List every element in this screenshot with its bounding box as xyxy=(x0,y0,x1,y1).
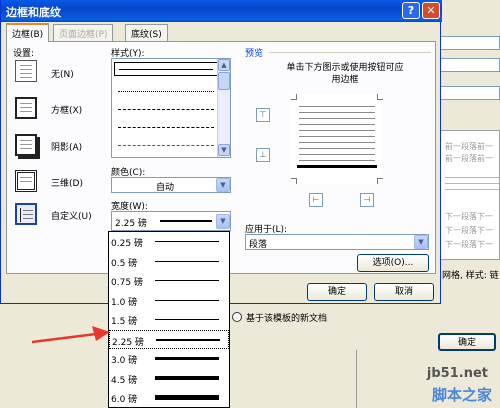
close-button[interactable]: ✕ xyxy=(422,2,440,19)
bg-ok-button[interactable]: 确定 xyxy=(438,333,496,351)
setting-none-icon[interactable] xyxy=(15,60,37,82)
tab-page-border[interactable]: 页面边框(P) xyxy=(53,24,114,41)
width-option-label: 3.0 磅 xyxy=(111,356,138,366)
settings-heading: 设置: xyxy=(13,49,35,59)
bg-text-2c: 下一段落下一 xyxy=(445,240,493,249)
bg-input-1 xyxy=(440,36,500,50)
width-option-line xyxy=(155,280,219,281)
setting-shadow-label[interactable]: 阴影(A) xyxy=(51,140,82,153)
preview-instruction: 单击下方图示或使用按钮可应用边框 xyxy=(286,63,404,85)
width-option-line xyxy=(156,338,220,341)
bg-text-2: 下一段落下一 xyxy=(445,212,493,221)
width-option-label: 1.5 磅 xyxy=(111,317,138,327)
setting-shadow-icon[interactable] xyxy=(15,134,37,156)
width-option-line xyxy=(155,260,219,262)
scroll-thumb[interactable] xyxy=(218,72,230,90)
chevron-down-icon[interactable]: ▼ xyxy=(216,214,230,229)
tab-shading[interactable]: 底纹(S) xyxy=(125,24,168,41)
width-option[interactable]: 0.5 磅 xyxy=(109,252,229,271)
bg-input-3 xyxy=(440,86,500,100)
chevron-down-icon[interactable]: ▼ xyxy=(414,235,428,249)
options-button[interactable]: 选项(O)... xyxy=(357,254,429,272)
dialog-title: 边框和底纹 xyxy=(6,6,61,19)
width-option[interactable]: 1.5 磅 xyxy=(109,310,229,329)
tab-borders[interactable]: 边框(B) xyxy=(6,23,50,42)
bg-text-2b: 下一段落下一 xyxy=(445,226,493,235)
dialog-titlebar[interactable]: 边框和底纹 ? ✕ xyxy=(1,0,442,22)
width-option-line xyxy=(155,357,219,360)
width-option[interactable]: 2.25 磅 xyxy=(109,329,229,349)
chevron-down-icon[interactable]: ▼ xyxy=(216,178,230,192)
preview-heading: 预览 xyxy=(245,49,264,59)
color-select[interactable]: 自动 ▼ xyxy=(111,177,231,193)
setting-3d-label[interactable]: 三维(D) xyxy=(51,176,83,189)
style-option-dashed[interactable] xyxy=(118,109,214,110)
top-border-button[interactable]: ⊤ xyxy=(256,108,270,122)
setting-3d-icon[interactable] xyxy=(15,170,37,192)
width-option-line xyxy=(155,241,219,242)
cancel-button[interactable]: 取消 xyxy=(374,283,434,301)
apply-to-select[interactable]: 段落 ▼ xyxy=(245,234,429,250)
width-dropdown-list[interactable]: 0.25 磅 0.5 磅 0.75 磅 1.0 磅 1.5 磅 2.25 磅 3.0 磅 4.… xyxy=(108,231,230,408)
preview-canvas[interactable] xyxy=(291,94,383,184)
setting-none-label[interactable]: 无(N) xyxy=(51,67,74,80)
style-option-dash-dot[interactable] xyxy=(118,145,214,146)
width-option-line xyxy=(155,319,219,320)
ok-button[interactable]: 确定 xyxy=(307,283,367,301)
red-arrow-icon xyxy=(31,326,110,344)
apply-to-value: 段落 xyxy=(249,240,268,250)
bg-input-2 xyxy=(440,58,500,72)
width-option-label: 2.25 磅 xyxy=(112,337,144,348)
width-option-label: 1.0 磅 xyxy=(111,297,138,308)
width-option[interactable]: 4.5 磅 xyxy=(109,369,229,388)
width-option[interactable]: 1.0 磅 xyxy=(109,291,229,310)
bg-preview-panel: 前一段落前一 前一段落前一 下一段落下一 下一段落下一 下一段落下一 xyxy=(440,130,500,260)
setting-custom-label[interactable]: 自定义(U) xyxy=(51,209,92,222)
width-select[interactable]: 2.25 磅 ▼ xyxy=(111,211,231,231)
preview-bottom-border xyxy=(297,165,377,168)
scroll-up-icon[interactable]: ▲ xyxy=(218,59,230,71)
width-option-line xyxy=(155,375,219,380)
watermark-name: 脚本之家 xyxy=(431,386,492,404)
style-listbox[interactable]: ▲ ▼ xyxy=(111,58,231,158)
width-option-line xyxy=(155,395,219,400)
width-option-label: 0.5 磅 xyxy=(111,258,138,269)
style-scrollbar[interactable]: ▲ ▼ xyxy=(217,59,230,157)
style-option-dotted[interactable] xyxy=(118,91,214,92)
width-option[interactable]: 0.75 磅 xyxy=(109,271,229,290)
bg-text-1: 前一段落前一 xyxy=(445,142,493,151)
width-option-label: 4.5 磅 xyxy=(111,375,138,386)
bg-style-text: 网格, 样式: 链 xyxy=(442,271,499,281)
width-option-label: 6.0 磅 xyxy=(111,395,138,405)
setting-custom-icon[interactable] xyxy=(15,203,37,225)
width-option[interactable]: 0.25 磅 xyxy=(109,232,229,251)
bottom-border-button[interactable]: ⊥ xyxy=(256,148,270,162)
right-border-button[interactable]: ⊣ xyxy=(360,193,374,207)
style-option-long-dash[interactable] xyxy=(118,127,214,128)
bg-template-text: 基于该模板的新文档 xyxy=(246,314,328,324)
color-value: 自动 xyxy=(156,183,175,193)
scroll-down-icon[interactable]: ▼ xyxy=(218,144,230,156)
width-value: 2.25 磅 xyxy=(115,219,147,229)
watermark-domain: jb51.net xyxy=(426,366,488,381)
bg-radio[interactable] xyxy=(232,312,242,322)
setting-box-icon[interactable] xyxy=(15,97,37,119)
width-option-label: 0.25 磅 xyxy=(111,239,143,249)
width-option-label: 0.75 磅 xyxy=(111,278,143,288)
style-option-selected[interactable] xyxy=(114,62,218,76)
bg-text-1b: 前一段落前一 xyxy=(445,154,493,163)
width-option[interactable]: 3.0 磅 xyxy=(109,349,229,368)
help-button[interactable]: ? xyxy=(402,2,420,19)
width-value-line xyxy=(160,220,212,222)
left-border-button[interactable]: ⊢ xyxy=(309,193,323,207)
setting-box-label[interactable]: 方框(X) xyxy=(51,103,82,116)
width-option[interactable]: 6.0 磅 xyxy=(109,388,229,407)
width-option-line xyxy=(155,299,219,301)
